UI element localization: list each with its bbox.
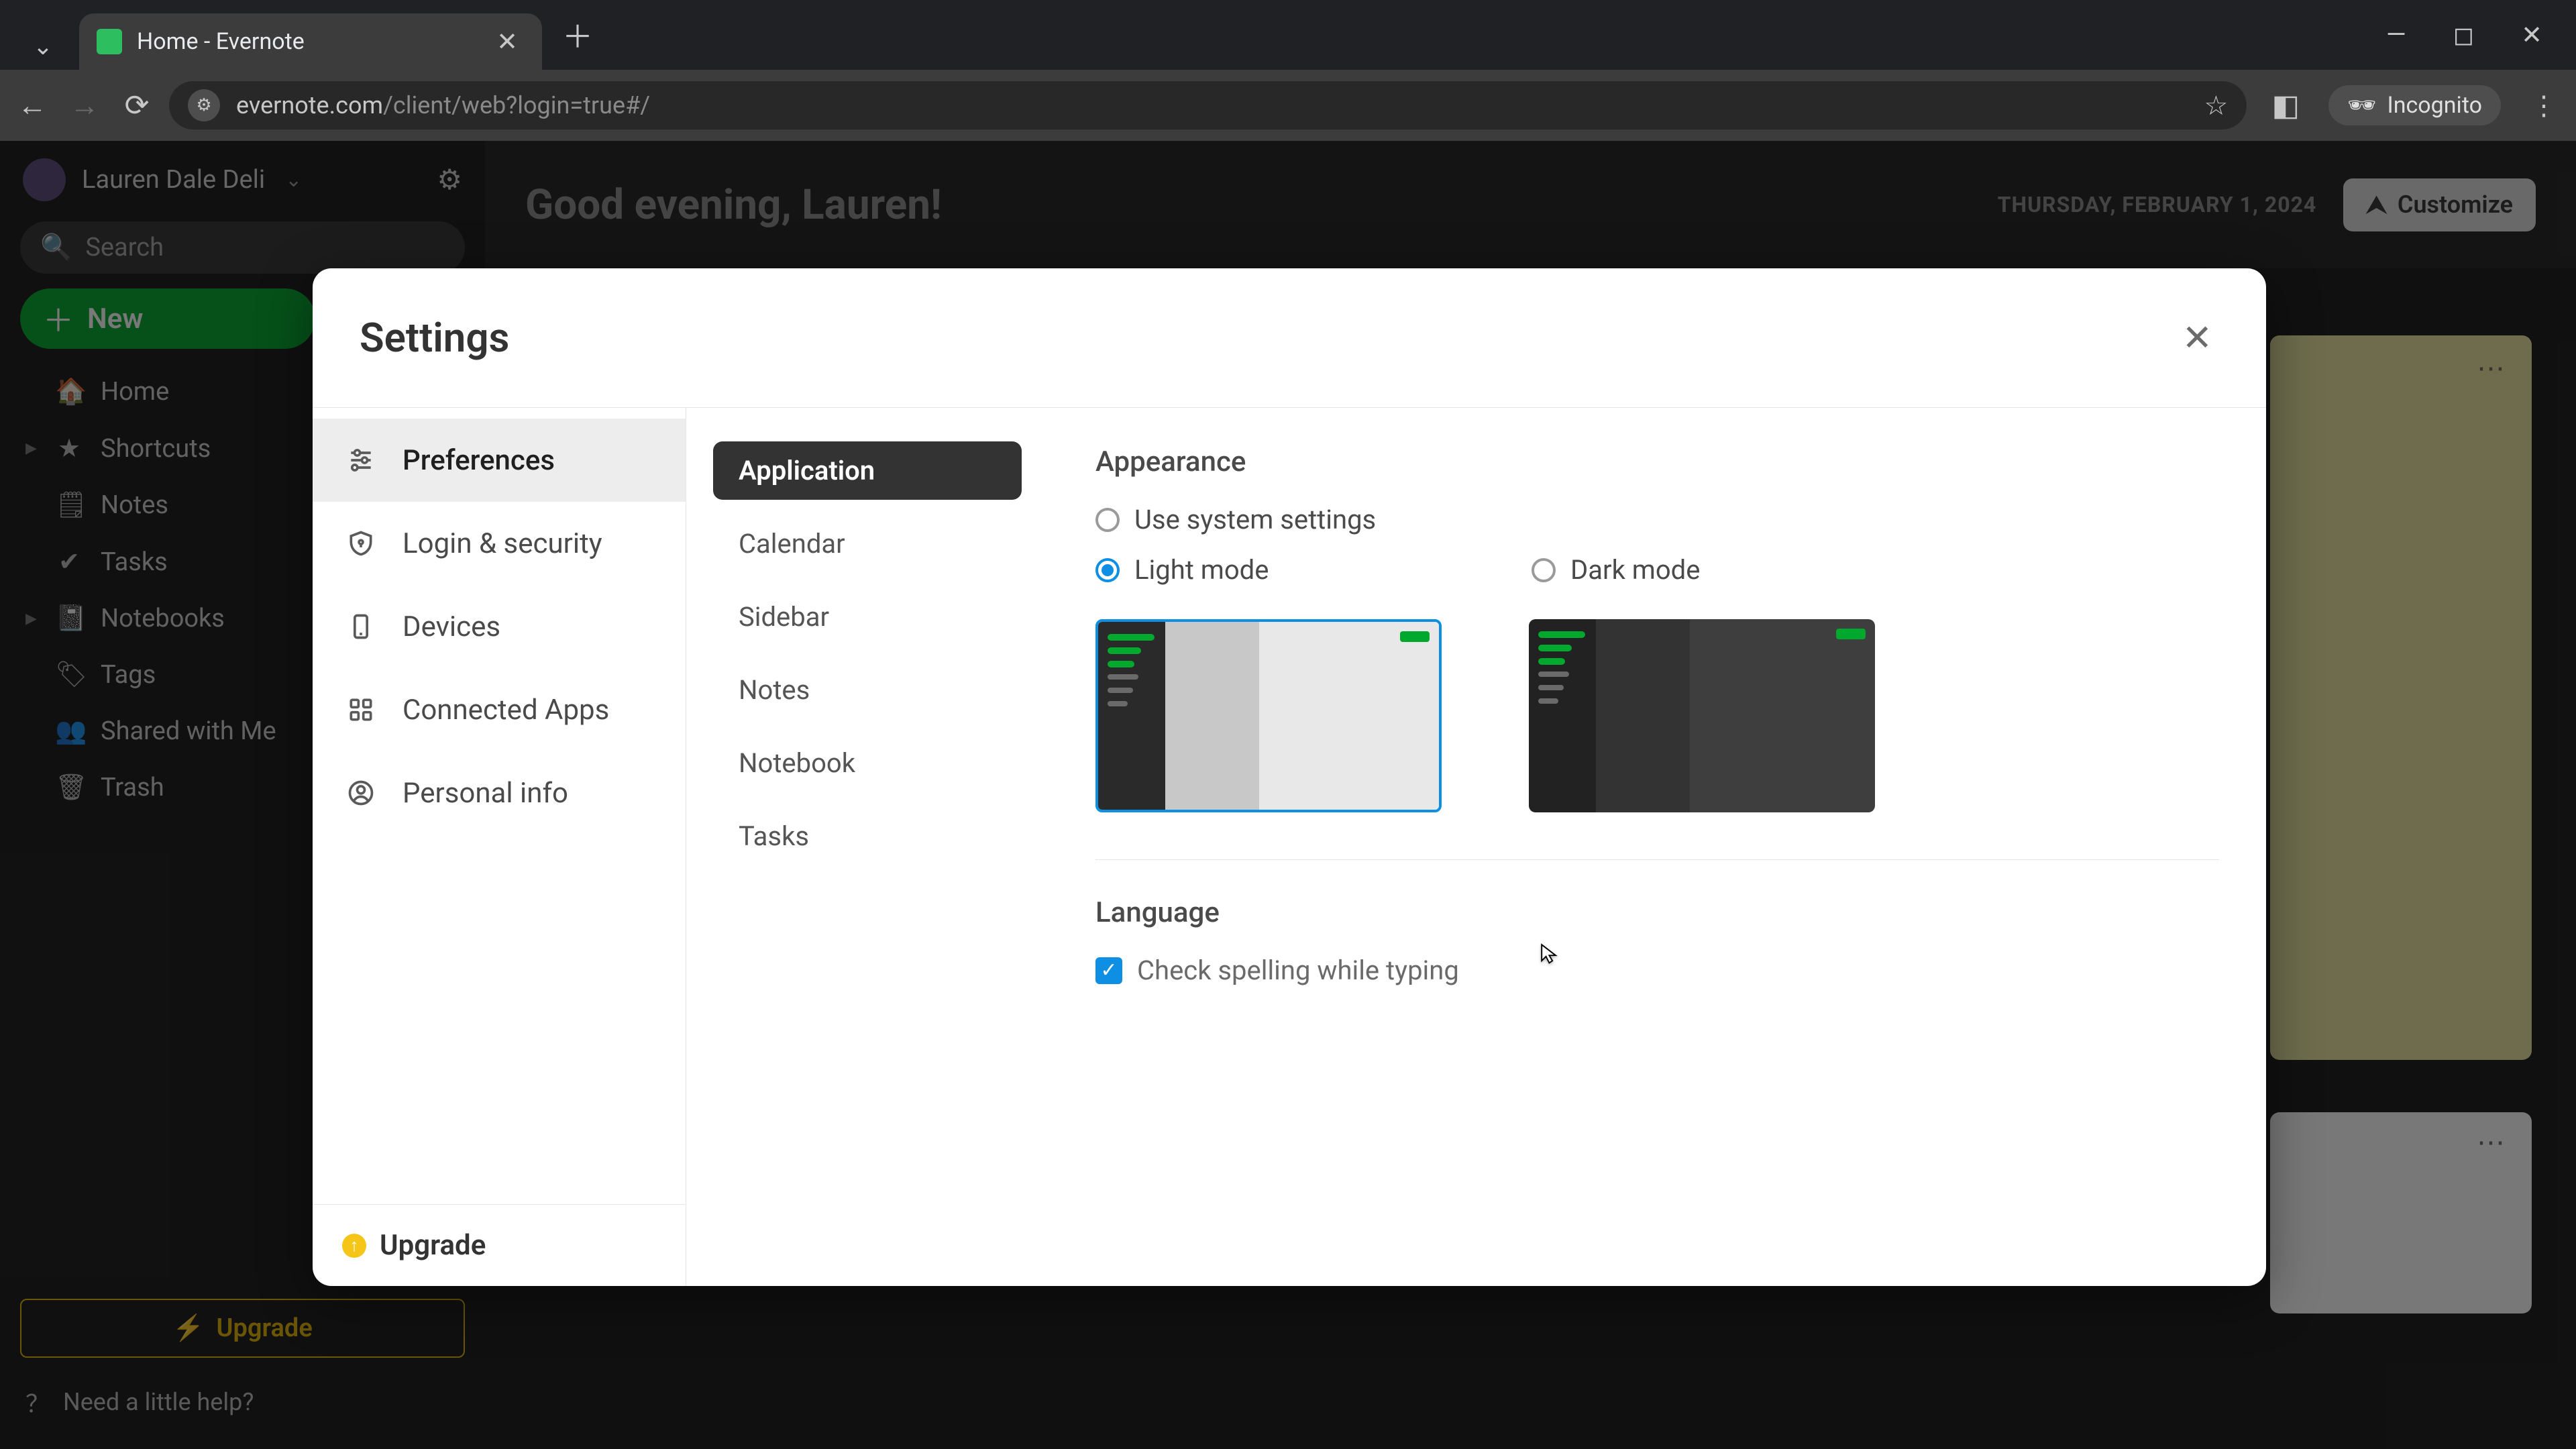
category-label: Devices: [402, 610, 500, 643]
apps-grid-icon: [342, 691, 380, 729]
incognito-indicator[interactable]: 🕶 Incognito: [2328, 85, 2501, 125]
radio-label: Dark mode: [1570, 554, 1700, 586]
app-viewport: Good evening, Lauren! THURSDAY, FEBRUARY…: [0, 141, 2576, 1449]
modal-title: Settings: [360, 314, 509, 362]
browser-toolbar: ← → ⟳ ⚙ evernote.com/client/web?login=tr…: [0, 70, 2576, 141]
site-info-icon[interactable]: ⚙: [188, 89, 220, 121]
category-label: Login & security: [402, 527, 602, 560]
incognito-label: Incognito: [2387, 92, 2482, 119]
section-appearance-title: Appearance: [1095, 445, 2219, 478]
tab-title: Home - Evernote: [137, 28, 475, 55]
checkbox-spellcheck[interactable]: ✓ Check spelling while typing: [1095, 955, 2219, 986]
category-connected-apps[interactable]: Connected Apps: [313, 668, 686, 751]
radio-icon: [1095, 508, 1120, 532]
back-button[interactable]: ←: [12, 85, 52, 125]
browser-tab[interactable]: Home - Evernote ✕: [79, 13, 542, 70]
evernote-favicon-icon: [97, 29, 122, 54]
radio-label: Use system settings: [1134, 504, 1376, 535]
minimize-button[interactable]: —: [2386, 20, 2406, 50]
modal-header: Settings ✕: [313, 268, 2266, 408]
category-preferences[interactable]: Preferences: [313, 419, 686, 502]
subnav-calendar[interactable]: Calendar: [713, 515, 1022, 573]
incognito-icon: 🕶: [2347, 92, 2376, 119]
bookmark-star-icon[interactable]: ☆: [2204, 90, 2228, 121]
sliders-icon: [342, 441, 380, 479]
radio-dark-mode[interactable]: Dark mode: [1532, 554, 1968, 586]
browser-menu-button[interactable]: ⋮: [2524, 90, 2564, 121]
upgrade-label: Upgrade: [380, 1229, 486, 1262]
settings-upgrade-button[interactable]: ↑ Upgrade: [313, 1204, 686, 1286]
radio-label: Light mode: [1134, 554, 1269, 586]
category-devices[interactable]: Devices: [313, 585, 686, 668]
divider: [1095, 859, 2219, 860]
category-label: Preferences: [402, 444, 555, 477]
maximize-button[interactable]: ◻: [2453, 20, 2475, 50]
settings-modal: Settings ✕ Preferences Login & security: [313, 268, 2266, 1286]
window-controls: — ◻ ✕: [2386, 20, 2576, 50]
checkbox-icon: ✓: [1095, 957, 1122, 984]
radio-light-mode[interactable]: Light mode: [1095, 554, 1532, 586]
category-login-security[interactable]: Login & security: [313, 502, 686, 585]
category-label: Personal info: [402, 777, 568, 810]
theme-preview-dark[interactable]: [1529, 619, 1875, 812]
close-tab-button[interactable]: ✕: [490, 24, 525, 60]
person-icon: [342, 774, 380, 812]
tab-search-button[interactable]: ⌄: [7, 23, 79, 70]
subnav-notes[interactable]: Notes: [713, 661, 1022, 719]
new-tab-button[interactable]: ＋: [542, 13, 613, 57]
radio-icon: [1532, 558, 1556, 582]
category-personal-info[interactable]: Personal info: [313, 751, 686, 835]
category-label: Connected Apps: [402, 694, 609, 727]
close-modal-button[interactable]: ✕: [2176, 310, 2219, 366]
browser-tabstrip: ⌄ Home - Evernote ✕ ＋ — ◻ ✕: [0, 0, 2576, 70]
subnav-notebook[interactable]: Notebook: [713, 734, 1022, 792]
url-text: evernote.com/client/web?login=true#/: [236, 91, 650, 119]
devices-icon: [342, 608, 380, 645]
address-bar[interactable]: ⚙ evernote.com/client/web?login=true#/ ☆: [169, 81, 2247, 129]
checkbox-label: Check spelling while typing: [1137, 955, 1459, 986]
bolt-icon: ↑: [342, 1234, 366, 1258]
reload-button[interactable]: ⟳: [117, 85, 157, 125]
radio-icon: [1095, 558, 1120, 582]
settings-content: Appearance Use system settings Light mod…: [1049, 408, 2266, 1286]
close-window-button[interactable]: ✕: [2521, 20, 2542, 50]
radio-use-system[interactable]: Use system settings: [1095, 504, 1968, 535]
theme-preview-light[interactable]: [1095, 619, 1442, 812]
subnav-sidebar[interactable]: Sidebar: [713, 588, 1022, 646]
side-panel-icon[interactable]: ◧: [2265, 85, 2306, 125]
forward-button[interactable]: →: [64, 85, 105, 125]
shield-icon: [342, 525, 380, 562]
subnav-application[interactable]: Application: [713, 441, 1022, 500]
chevron-down-icon: ⌄: [33, 32, 53, 60]
settings-categories: Preferences Login & security Devices: [313, 408, 686, 1286]
section-language-title: Language: [1095, 896, 2219, 929]
settings-subnav: Application Calendar Sidebar Notes Noteb…: [686, 408, 1049, 1286]
subnav-tasks[interactable]: Tasks: [713, 807, 1022, 865]
